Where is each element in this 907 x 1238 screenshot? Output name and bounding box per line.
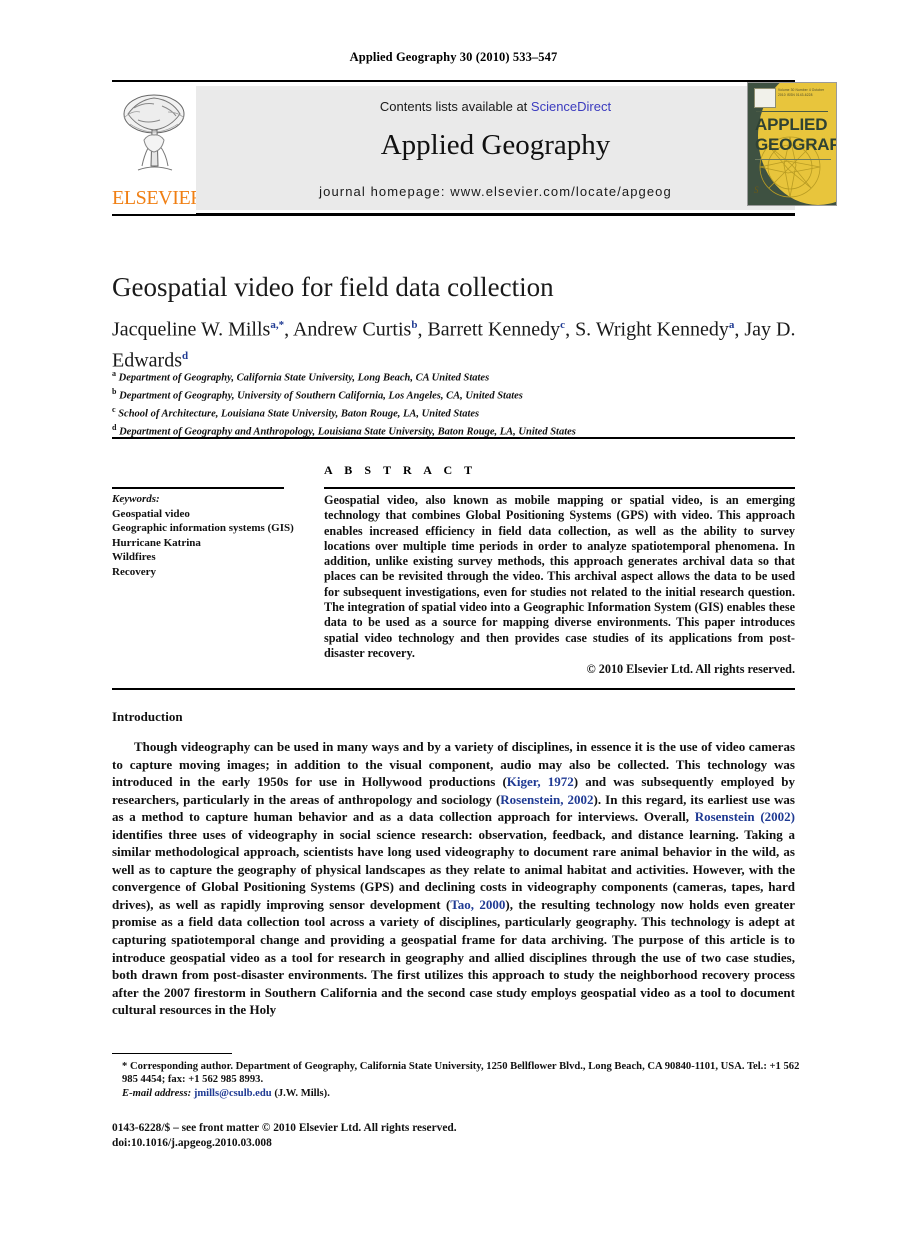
introduction-body: Though videography can be used in many w… xyxy=(112,738,795,1019)
affiliation-mark: a xyxy=(112,369,116,378)
issn-line: 0143-6228/$ – see front matter © 2010 El… xyxy=(112,1122,457,1134)
author-name: S. Wright Kennedy xyxy=(575,318,729,341)
journal-cover-thumbnail: S Volume 30 Number 4 October 2010 ISSN 0… xyxy=(747,82,837,206)
abstract-copyright: © 2010 Elsevier Ltd. All rights reserved… xyxy=(586,662,795,676)
footnote-rule xyxy=(112,1053,232,1055)
cover-title-underline xyxy=(755,159,831,160)
article-page: Applied Geography 30 (2010) 533–547 ELSE… xyxy=(0,0,907,1238)
affiliation-item: c School of Architecture, Louisiana Stat… xyxy=(112,403,802,421)
affiliation-item: a Department of Geography, California St… xyxy=(112,367,802,385)
affiliation-item: b Department of Geography, University of… xyxy=(112,385,802,403)
contents-prefix: Contents lists available at xyxy=(379,99,531,114)
author-name: Andrew Curtis xyxy=(292,318,412,341)
cover-metadata: Volume 30 Number 4 October 2010 ISSN 014… xyxy=(778,88,825,97)
keywords-block: Keywords: Geospatial video Geographic in… xyxy=(112,492,302,580)
cover-title-line2: GEOGRAPHY xyxy=(755,135,836,154)
abstract-block-bottom-rule xyxy=(112,688,795,690)
citation-link[interactable]: Rosenstein (2002) xyxy=(695,809,795,824)
svg-text:S: S xyxy=(754,185,759,195)
journal-masthead: ELSEVIER Contents lists available at Sci… xyxy=(112,80,795,216)
affiliation-mark: d xyxy=(112,423,117,433)
cover-title: APPLIED GEOGRAPHY xyxy=(755,115,836,155)
imprint-block: 0143-6228/$ – see front matter © 2010 El… xyxy=(112,1121,612,1151)
author-affil-mark[interactable]: a xyxy=(729,319,735,331)
abstract-text: Geospatial video, also known as mobile m… xyxy=(324,493,795,660)
email-link[interactable]: jmills@csulb.edu xyxy=(194,1088,272,1099)
body-run: ), the resulting technology now holds ev… xyxy=(112,896,795,1018)
author-affil-mark[interactable]: d xyxy=(182,350,188,362)
affiliation-mark: c xyxy=(112,405,116,415)
author-list: Jacqueline W. Millsa,*, Andrew Curtisb, … xyxy=(112,318,796,372)
abstract-block-top-rule xyxy=(112,437,795,439)
keyword-item: Hurricane Katrina xyxy=(112,536,201,549)
journal-homepage-line[interactable]: journal homepage: www.elsevier.com/locat… xyxy=(196,184,795,199)
keywords-rule xyxy=(112,487,284,489)
email-label: E-mail address: xyxy=(122,1087,192,1099)
keyword-item: Geospatial video xyxy=(112,507,190,520)
doi-line[interactable]: doi:10.1016/j.apgeog.2010.03.008 xyxy=(112,1136,612,1151)
affiliation-text: School of Architecture, Louisiana State … xyxy=(118,408,480,420)
sciencedirect-band: Contents lists available at ScienceDirec… xyxy=(196,86,795,210)
contents-available-line: Contents lists available at ScienceDirec… xyxy=(196,99,795,114)
author-affil-mark[interactable]: c xyxy=(560,319,565,331)
page-title: Geospatial video for field data collecti… xyxy=(112,272,554,302)
footnote-block: * Corresponding author. Department of Ge… xyxy=(112,1060,802,1100)
corresponding-author-note: * Corresponding author. Department of Ge… xyxy=(122,1061,800,1086)
author-affil-mark[interactable]: b xyxy=(411,319,417,331)
paragraph: Though videography can be used in many w… xyxy=(112,738,795,1019)
abstract-heading: A B S T R A C T xyxy=(324,463,477,477)
author-name: Barrett Kennedy xyxy=(427,318,561,341)
elsevier-logo: ELSEVIER xyxy=(112,84,204,214)
email-note: E-mail address: jmills@csulb.edu (J.W. M… xyxy=(112,1087,802,1100)
elsevier-wordmark: ELSEVIER xyxy=(112,187,204,209)
keyword-item: Geographic information systems (GIS) xyxy=(112,522,294,535)
affiliation-mark: b xyxy=(112,387,117,397)
email-owner: (J.W. Mills). xyxy=(274,1087,330,1099)
journal-title: Applied Geography xyxy=(380,129,611,161)
keyword-item: Wildfires xyxy=(112,551,156,564)
citation-link[interactable]: Kiger, 1972 xyxy=(507,774,574,789)
elsevier-tree-icon xyxy=(118,88,190,182)
affiliation-text: Department of Geography, California Stat… xyxy=(118,372,490,384)
sciencedirect-link[interactable]: ScienceDirect xyxy=(531,99,611,114)
running-head: Applied Geography 30 (2010) 533–547 xyxy=(349,50,558,64)
cover-publisher-badge xyxy=(754,88,776,108)
affiliation-text: Department of Geography, University of S… xyxy=(119,390,523,402)
author-name: Jacqueline W. Mills xyxy=(112,318,271,341)
keyword-item: Recovery xyxy=(112,565,156,578)
abstract-rule xyxy=(324,487,795,489)
citation-link[interactable]: Rosenstein, 2002 xyxy=(500,792,593,807)
citation-link[interactable]: Tao, 2000 xyxy=(450,897,505,912)
section-heading-introduction: Introduction xyxy=(112,709,183,724)
author-affil-mark[interactable]: a,* xyxy=(270,319,284,331)
cover-divider xyxy=(756,111,828,112)
affiliation-list: a Department of Geography, California St… xyxy=(112,367,802,439)
cover-title-line1: APPLIED xyxy=(755,115,828,134)
keywords-heading: Keywords: xyxy=(112,493,160,505)
